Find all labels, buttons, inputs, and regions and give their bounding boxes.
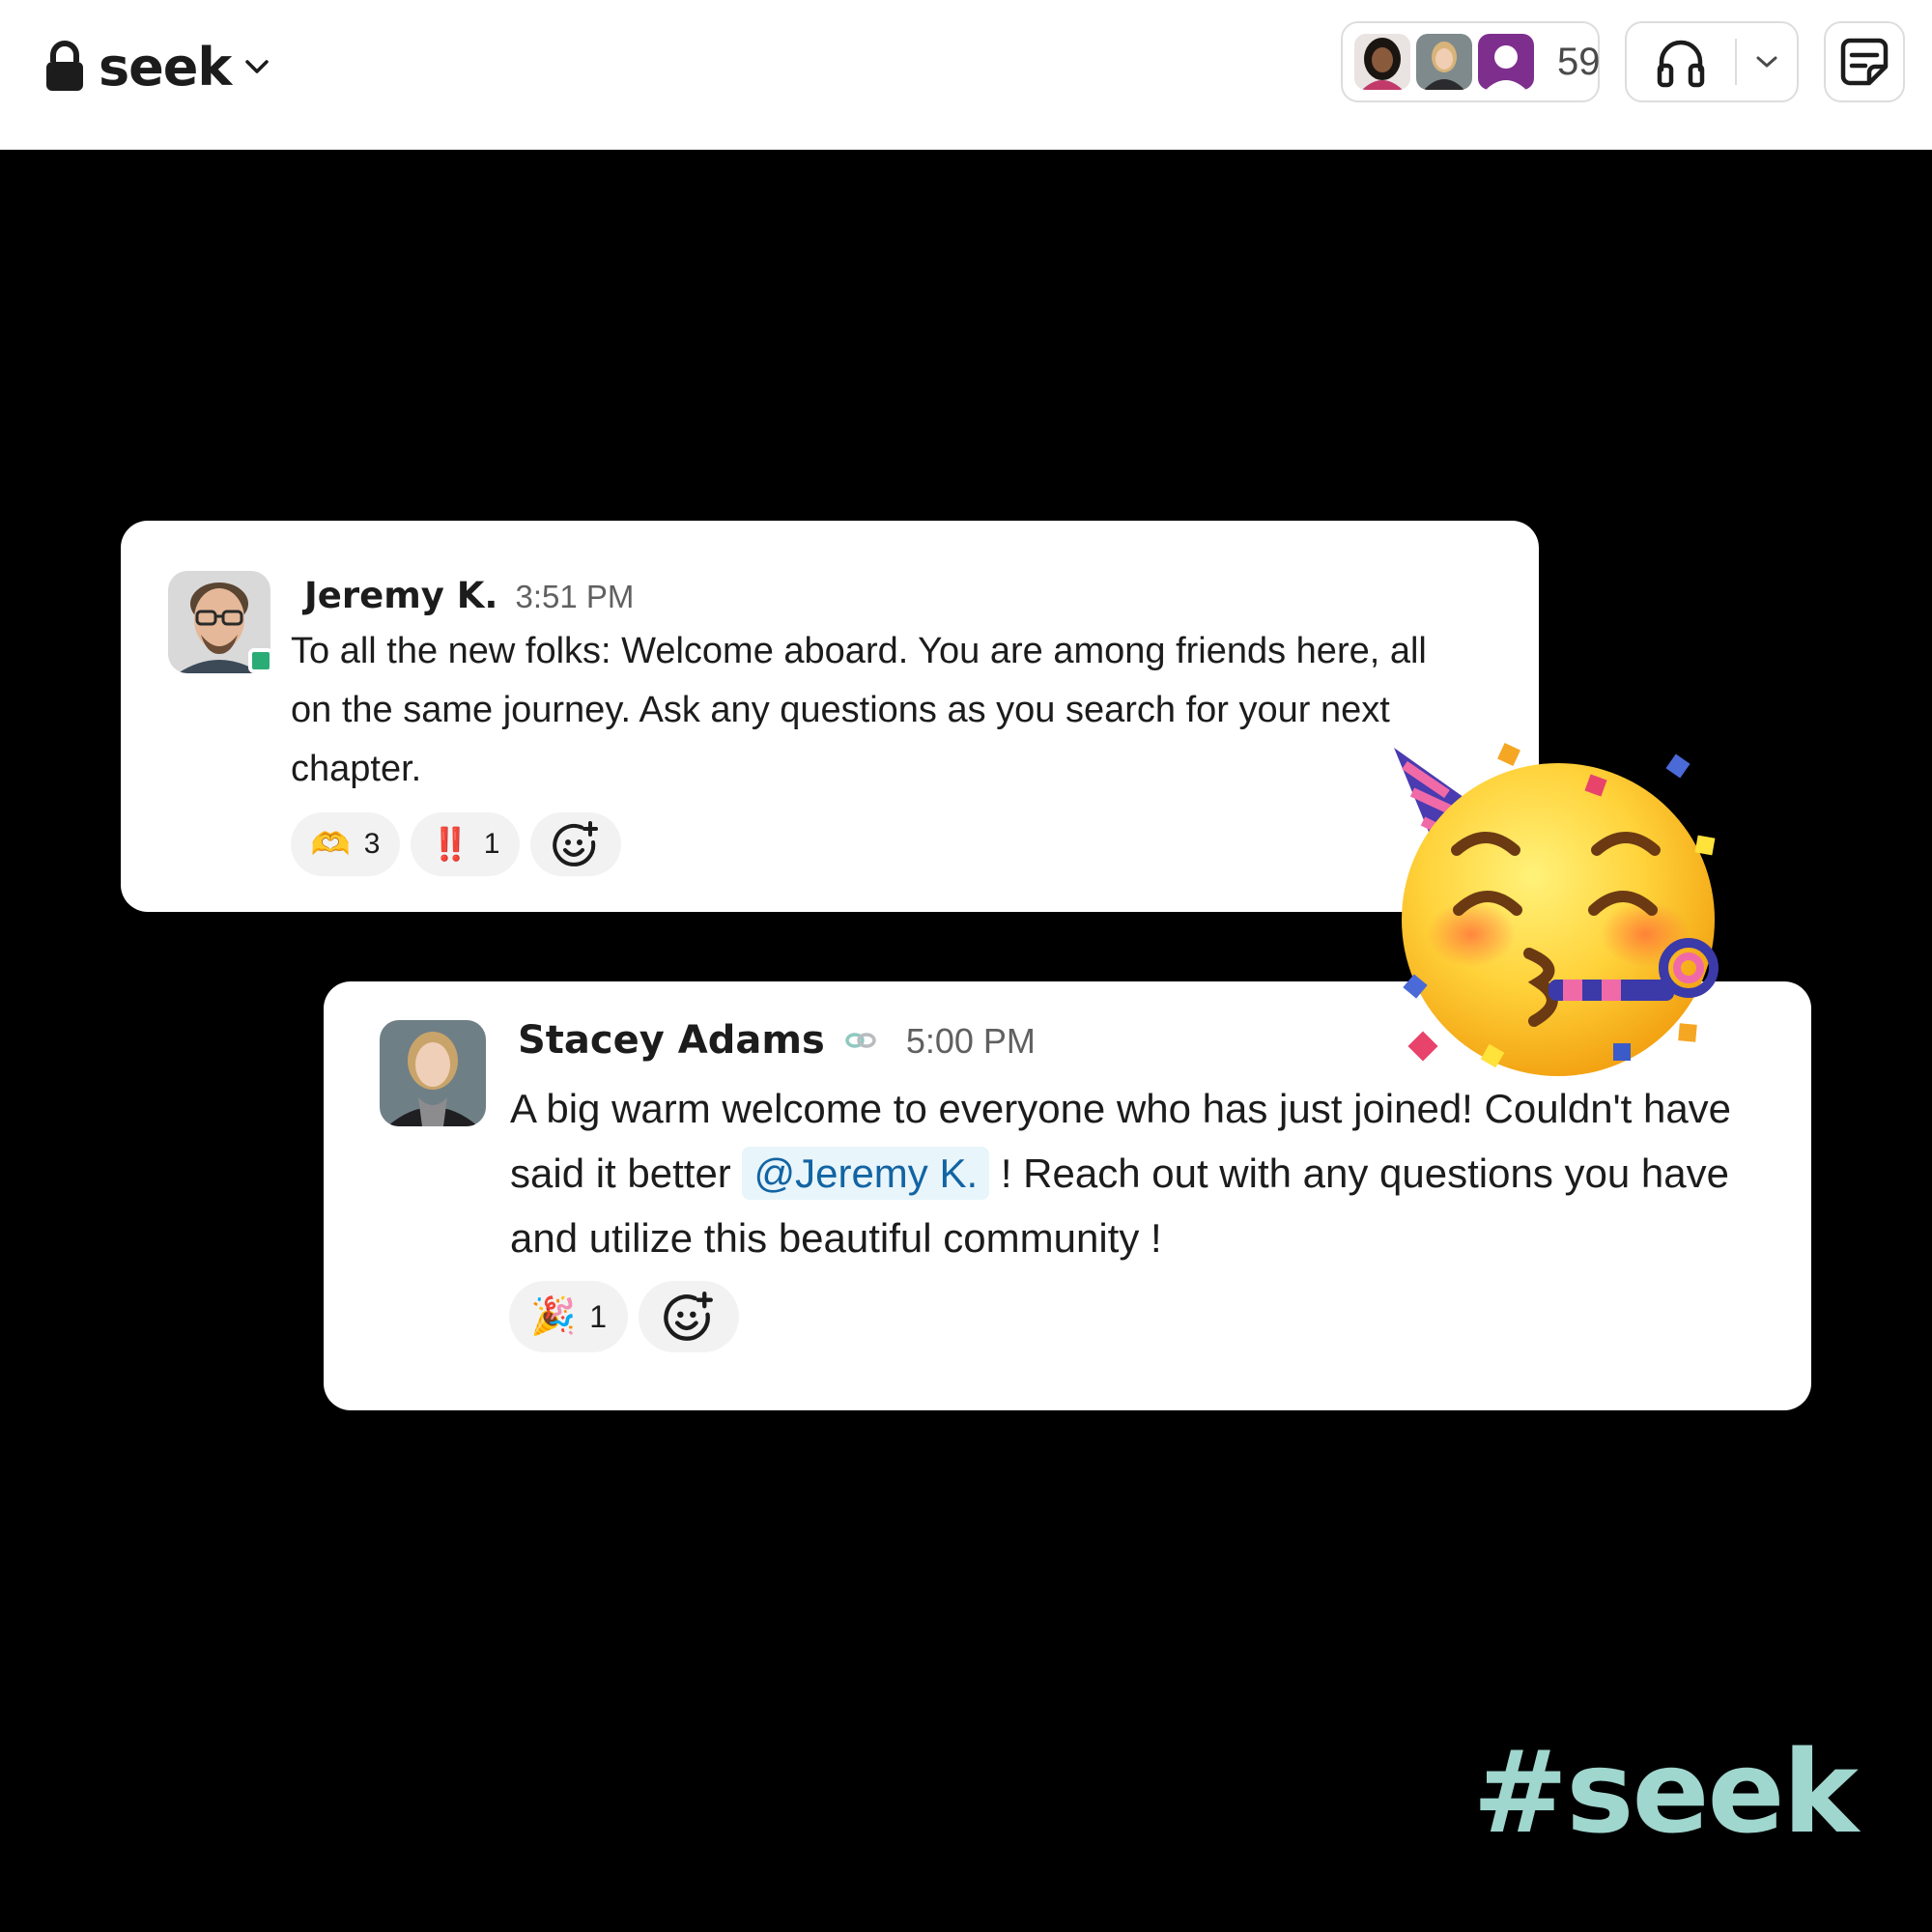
user-mention[interactable]: @Jeremy K. [742, 1147, 990, 1200]
reaction-heart-hands[interactable]: 🫶 3 [291, 812, 400, 876]
headphones-icon [1657, 40, 1705, 88]
canvas-button[interactable] [1824, 21, 1905, 102]
member-avatar [1416, 34, 1472, 90]
add-reaction-button[interactable] [530, 812, 621, 876]
heart-hands-icon: 🫶 [310, 825, 351, 862]
reaction-count: 1 [589, 1298, 608, 1334]
channel-name: seek [99, 36, 232, 98]
chevron-down-icon [1756, 56, 1777, 68]
message-header: Stacey Adams 5:00 PM [518, 1018, 1036, 1063]
double-exclamation-icon: ‼️ [430, 825, 470, 862]
lock-icon [46, 41, 83, 91]
channel-header: seek 59 [0, 0, 1932, 150]
huddle-options-button[interactable] [1737, 23, 1797, 100]
member-avatar [1354, 34, 1410, 90]
message-header: Jeremy K. 3:51 PM [304, 575, 634, 616]
members-button[interactable]: 59 [1341, 21, 1601, 102]
reaction-count: 3 [363, 828, 381, 860]
chevron-down-icon [245, 60, 270, 73]
timestamp[interactable]: 3:51 PM [515, 579, 634, 615]
canvas-icon [1840, 38, 1889, 86]
reaction-party-popper[interactable]: 🎉 1 [509, 1281, 628, 1352]
link-status-icon [845, 1033, 876, 1048]
reaction-count: 1 [483, 828, 500, 860]
reactions-bar: 🫶 3 ‼️ 1 [291, 812, 621, 876]
author-name[interactable]: Stacey Adams [518, 1018, 825, 1063]
add-reaction-button[interactable] [639, 1281, 739, 1352]
partying-face-icon [1394, 743, 1719, 1076]
huddle-control [1625, 21, 1799, 102]
message-text: To all the new folks: Welcome aboard. Yo… [291, 631, 1427, 789]
online-status-indicator [248, 648, 273, 673]
reaction-double-exclamation[interactable]: ‼️ 1 [411, 812, 520, 876]
party-popper-icon: 🎉 [529, 1296, 577, 1337]
member-count: 59 [1557, 40, 1601, 83]
message-text: A big warm welcome to everyone who has j… [510, 1076, 1756, 1270]
member-avatar [1478, 34, 1534, 90]
reactions-bar: 🎉 1 [509, 1281, 739, 1352]
message-card: Jeremy K. 3:51 PM To all the new folks: … [121, 521, 1539, 912]
timestamp[interactable]: 5:00 PM [906, 1021, 1036, 1062]
add-reaction-icon [664, 1292, 713, 1341]
hashtag-caption: #seek [1472, 1725, 1859, 1859]
avatar[interactable] [380, 1020, 486, 1126]
huddle-button[interactable] [1627, 23, 1735, 100]
channel-name-button[interactable]: seek [44, 33, 271, 100]
author-name[interactable]: Jeremy K. [304, 575, 497, 616]
add-reaction-icon [553, 821, 598, 867]
